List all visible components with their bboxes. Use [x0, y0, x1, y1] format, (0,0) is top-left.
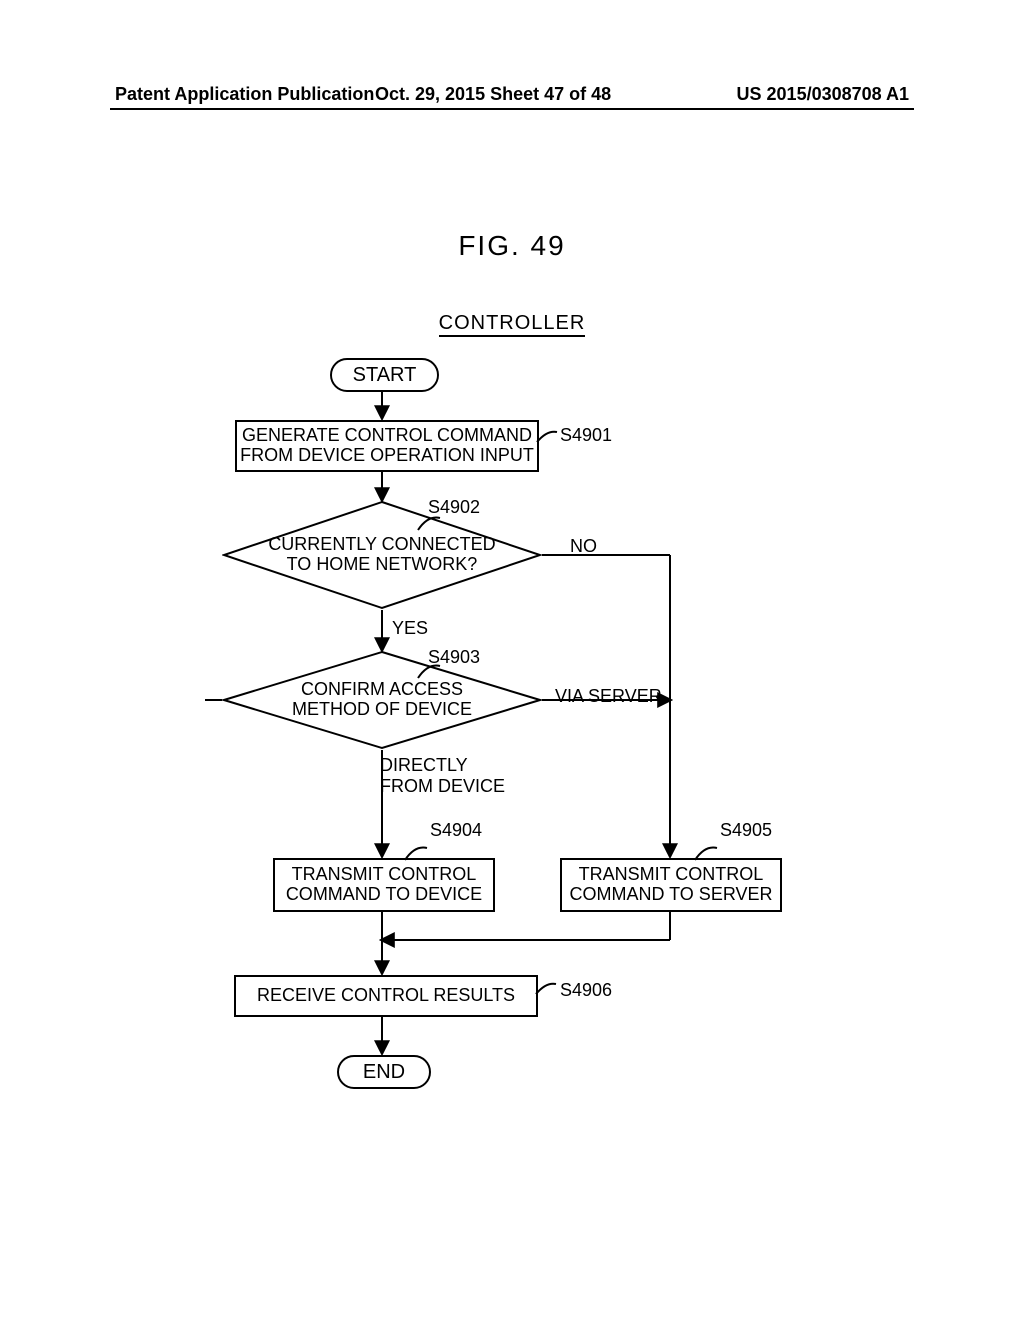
end-text: END — [363, 1061, 405, 1083]
process-s4905-text: TRANSMIT CONTROL COMMAND TO SERVER — [569, 865, 772, 905]
label-s4903-right: VIA SERVER — [555, 686, 662, 707]
header-rule — [110, 108, 914, 110]
header-center: Oct. 29, 2015 Sheet 47 of 48 — [375, 84, 611, 105]
process-s4904: TRANSMIT CONTROL COMMAND TO DEVICE — [273, 858, 495, 912]
decision-s4903: CONFIRM ACCESS METHOD OF DEVICE — [222, 650, 542, 750]
process-s4901-text: GENERATE CONTROL COMMAND FROM DEVICE OPE… — [240, 426, 534, 466]
label-s4903-left: DIRECTLY FROM DEVICE — [380, 755, 505, 797]
figure-subject-text: CONTROLLER — [439, 312, 586, 337]
step-label-s4905: S4905 — [720, 820, 772, 841]
step-label-s4902: S4902 — [428, 497, 480, 518]
step-label-s4901: S4901 — [560, 425, 612, 446]
start-terminator: START — [330, 358, 439, 392]
step-label-s4906: S4906 — [560, 980, 612, 1001]
process-s4904-text: TRANSMIT CONTROL COMMAND TO DEVICE — [286, 865, 482, 905]
decision-s4902-text: CURRENTLY CONNECTED TO HOME NETWORK? — [268, 535, 495, 575]
process-s4906-text: RECEIVE CONTROL RESULTS — [257, 986, 515, 1006]
step-label-s4903: S4903 — [428, 647, 480, 668]
process-s4906: RECEIVE CONTROL RESULTS — [234, 975, 538, 1017]
process-s4901: GENERATE CONTROL COMMAND FROM DEVICE OPE… — [235, 420, 539, 472]
process-s4905: TRANSMIT CONTROL COMMAND TO SERVER — [560, 858, 782, 912]
label-s4902-no: NO — [570, 536, 597, 557]
end-terminator: END — [337, 1055, 431, 1089]
start-text: START — [353, 364, 417, 386]
decision-s4902: CURRENTLY CONNECTED TO HOME NETWORK? — [222, 500, 542, 610]
page: Patent Application Publication Oct. 29, … — [0, 0, 1024, 1320]
step-label-s4904: S4904 — [430, 820, 482, 841]
header-left: Patent Application Publication — [115, 84, 374, 105]
figure-subject: CONTROLLER — [0, 312, 1024, 335]
label-s4902-yes: YES — [392, 618, 428, 639]
header-right: US 2015/0308708 A1 — [737, 84, 909, 105]
figure-title: FIG. 49 — [0, 230, 1024, 262]
decision-s4903-text: CONFIRM ACCESS METHOD OF DEVICE — [292, 680, 472, 720]
